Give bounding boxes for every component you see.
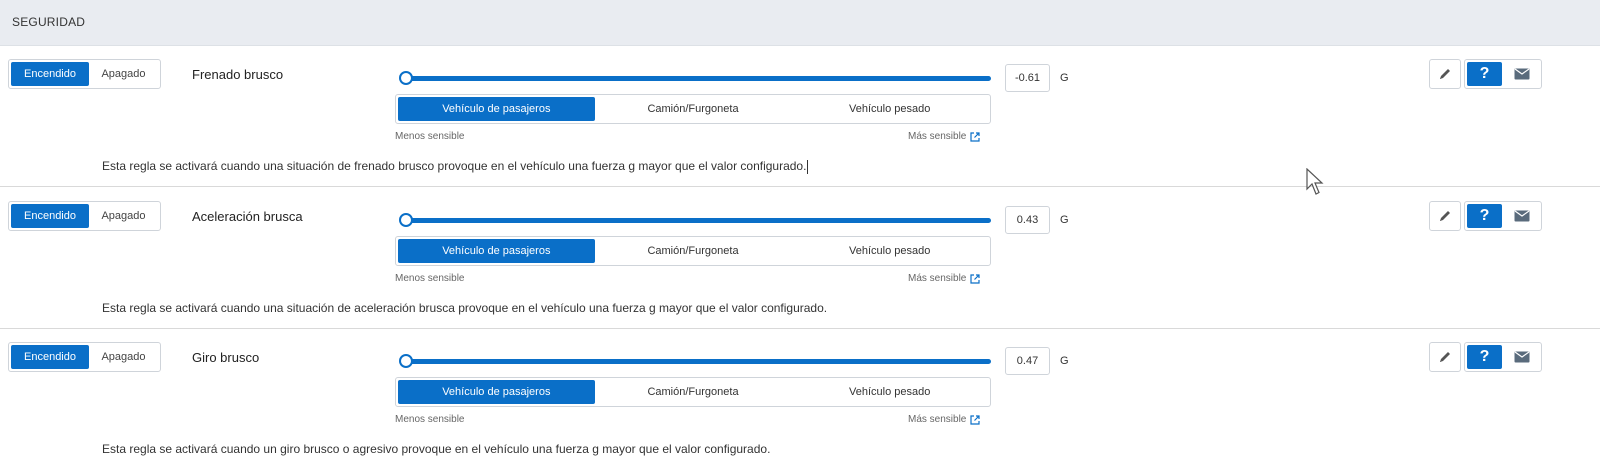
slider-thumb[interactable] [399,354,413,368]
less-sensitive-label: Menos sensible [395,414,465,425]
vehicle-type-passenger[interactable]: Vehículo de pasajeros [398,239,595,263]
vehicle-type-selector: Vehículo de pasajeros Camión/Furgoneta V… [395,236,991,266]
on-off-toggle[interactable]: Encendido Apagado [8,342,161,372]
toggle-off-button[interactable]: Apagado [89,62,158,86]
text-caret [807,159,809,174]
notify-email-button[interactable] [1504,345,1539,369]
slider-thumb[interactable] [399,213,413,227]
rule-description-text: Esta regla se activará cuando una situac… [102,159,807,173]
rule-name: Frenado brusco [192,67,284,82]
pencil-icon [1440,69,1450,79]
more-sensitive-label: Más sensible [908,131,967,142]
edit-button[interactable] [1429,201,1461,231]
vehicle-type-selector: Vehículo de pasajeros Camión/Furgoneta V… [395,94,991,124]
rule-action-group: ? [1464,201,1542,231]
external-link-icon [970,414,980,425]
section-header: SEGURIDAD [0,0,1600,46]
unit-label: G [1060,214,1069,226]
vehicle-type-selector: Vehículo de pasajeros Camión/Furgoneta V… [395,377,991,407]
vehicle-type-passenger[interactable]: Vehículo de pasajeros [398,380,595,404]
rule-description: Esta regla se activará cuando un giro br… [102,442,771,456]
help-button[interactable]: ? [1467,204,1502,228]
envelope-icon [1514,210,1529,222]
vehicle-type-van[interactable]: Camión/Furgoneta [595,239,792,263]
envelope-icon [1514,68,1529,80]
rule-row-aceleracion: Encendido Apagado Aceleración brusca Veh… [0,188,1600,329]
sensitivity-slider[interactable] [399,213,991,227]
toggle-on-button[interactable]: Encendido [11,204,89,228]
help-button[interactable]: ? [1467,62,1502,86]
threshold-value-field[interactable]: 0.47 [1005,347,1050,375]
unit-label: G [1060,72,1069,84]
external-link-icon [970,273,980,284]
more-sensitive-label: Más sensible [908,414,967,425]
vehicle-type-van[interactable]: Camión/Furgoneta [595,97,792,121]
mouse-cursor-icon [1306,168,1324,195]
rule-action-group: ? [1464,342,1542,372]
toggle-off-button[interactable]: Apagado [89,204,158,228]
toggle-off-button[interactable]: Apagado [89,345,158,369]
on-off-toggle[interactable]: Encendido Apagado [8,201,161,231]
slider-track [405,76,991,81]
rule-description: Esta regla se activará cuando una situac… [102,159,809,174]
slider-track [405,359,991,364]
edit-button[interactable] [1429,59,1461,89]
vehicle-type-passenger[interactable]: Vehículo de pasajeros [398,97,595,121]
slider-track [405,218,991,223]
help-button[interactable]: ? [1467,345,1502,369]
pencil-icon [1440,352,1450,362]
vehicle-type-heavy[interactable]: Vehículo pesado [791,239,988,263]
edit-button[interactable] [1429,342,1461,372]
notify-email-button[interactable] [1504,204,1539,228]
rule-name: Aceleración brusca [192,209,303,224]
toggle-on-button[interactable]: Encendido [11,345,89,369]
help-icon: ? [1479,65,1490,82]
less-sensitive-label: Menos sensible [395,273,465,284]
envelope-icon [1514,351,1529,363]
more-sensitive-label: Más sensible [908,273,967,284]
vehicle-type-heavy[interactable]: Vehículo pesado [791,97,988,121]
sensitivity-slider[interactable] [399,354,991,368]
rule-row-giro: Encendido Apagado Giro brusco Vehículo d… [0,329,1600,470]
sensitivity-slider[interactable] [399,71,991,85]
external-link-icon [970,131,980,142]
more-sensitive-link[interactable]: Más sensible [908,273,980,284]
pencil-icon [1440,211,1450,221]
help-icon: ? [1479,348,1490,365]
notify-email-button[interactable] [1504,62,1539,86]
section-title: SEGURIDAD [12,15,86,29]
rule-row-frenado: Encendido Apagado Frenado brusco Vehícul… [0,46,1600,187]
unit-label: G [1060,355,1069,367]
on-off-toggle[interactable]: Encendido Apagado [8,59,161,89]
help-icon: ? [1479,207,1490,224]
rule-description: Esta regla se activará cuando una situac… [102,301,828,315]
rule-action-group: ? [1464,59,1542,89]
rule-name: Giro brusco [192,350,260,365]
vehicle-type-heavy[interactable]: Vehículo pesado [791,380,988,404]
threshold-value-field[interactable]: 0.43 [1005,206,1050,234]
more-sensitive-link[interactable]: Más sensible [908,131,980,142]
slider-thumb[interactable] [399,71,413,85]
vehicle-type-van[interactable]: Camión/Furgoneta [595,380,792,404]
more-sensitive-link[interactable]: Más sensible [908,414,980,425]
less-sensitive-label: Menos sensible [395,131,465,142]
threshold-value-field[interactable]: -0.61 [1005,64,1050,92]
toggle-on-button[interactable]: Encendido [11,62,89,86]
